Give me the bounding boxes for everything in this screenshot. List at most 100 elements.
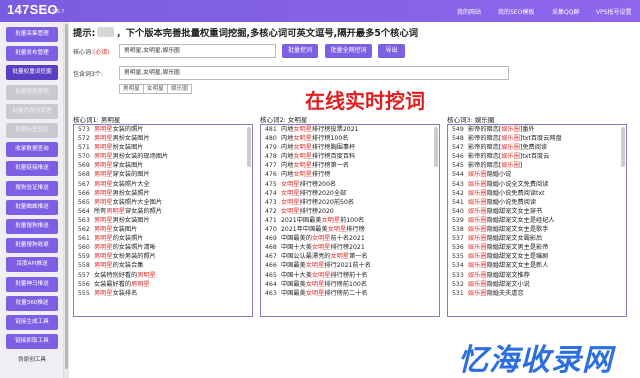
list-item[interactable]: 467 中国公认最漂亮的女明星第一名: [261, 252, 439, 261]
list-item[interactable]: 466 中国最美女明星排行2021前十名: [261, 261, 439, 270]
core-word-input[interactable]: 男明星,女明星,娱乐圈: [119, 44, 276, 58]
sidebar-item[interactable]: 批量360推送: [6, 295, 58, 311]
list-item[interactable]: 559 男明星女扮男装的照片: [74, 252, 252, 261]
list-item-text: 影帝的暗恋[娱乐圈]txt百度云网盘: [468, 135, 562, 143]
list-scrollbar[interactable]: [247, 127, 251, 167]
list-item[interactable]: 478 内地女明星排行榜百度百科: [261, 152, 439, 161]
list-item[interactable]: 564 所有男明星穿女装的照片: [74, 207, 252, 216]
list-item[interactable]: 573 男明星女装的照片: [74, 125, 252, 134]
nav-seo-templates[interactable]: 我的SEO模板: [498, 7, 534, 16]
nav-collect-qq-group[interactable]: 采集QQ群: [552, 7, 579, 16]
list-item-text: 娱乐圈隐婚小说免费阅读: [468, 198, 537, 206]
list-item[interactable]: 557 女装特别好看的男明星: [74, 271, 252, 280]
list-item[interactable]: 549 影帝的暗恋[娱乐圈]番外: [448, 125, 626, 134]
list-item[interactable]: 558 男明星的女装合集: [74, 261, 252, 270]
sidebar-item[interactable]: 百度API推送: [6, 257, 58, 273]
include-words-input[interactable]: 男明星,女明星,娱乐圈: [119, 66, 509, 80]
result-list-2[interactable]: 481 内地女明星排行榜投票2021 480 内地女明星排行榜100名 479 内地女明星…: [260, 124, 440, 317]
sidebar-item[interactable]: 链接抓取工具: [6, 334, 58, 350]
list-item[interactable]: 468 中国十大美女明星排行榜2021: [261, 243, 439, 252]
list-item[interactable]: 479 内地女明星排行榜胸围事杯: [261, 143, 439, 152]
list-item[interactable]: 472 女明星排行榜2020: [261, 207, 439, 216]
sidebar-item[interactable]: 伪原创工具: [6, 353, 58, 368]
list-item[interactable]: 475 女明星排行榜200名: [261, 180, 439, 189]
list-item[interactable]: 547 影帝的暗恋[娱乐圈]免费阅读: [448, 143, 626, 152]
list-item[interactable]: 566 男明星男扮女装照片: [74, 189, 252, 198]
list-item[interactable]: 561 男明星的女装照片: [74, 234, 252, 243]
sidebar-item[interactable]: 链接生成工具: [6, 315, 58, 330]
list-item[interactable]: 555 男明星女装排名: [74, 289, 252, 298]
list-item[interactable]: 541 娱乐圈隐婚小说免费阅读: [448, 198, 626, 207]
list-item[interactable]: 533 娱乐圈隐婚甜宠文推荐: [448, 271, 626, 280]
sidebar-item[interactable]: 收录数据查询: [6, 142, 58, 158]
include-words-label: 包含词3个:: [73, 71, 103, 78]
sidebar-item[interactable]: 搜狗验证推送: [6, 180, 58, 196]
list-item-number: 560: [78, 244, 90, 252]
list-item[interactable]: 544 娱乐圈隐婚小说: [448, 170, 626, 179]
nav-vps-settings[interactable]: VPS抵号设置: [596, 7, 632, 16]
nav-my-sites[interactable]: 我的网站: [457, 7, 481, 16]
word-tag[interactable]: 女明星: [143, 84, 168, 94]
list-scrollbar[interactable]: [434, 127, 438, 167]
sidebar-item[interactable]: 批量采集管理: [6, 27, 58, 42]
list-item[interactable]: 563 男明星男扮女装图片: [74, 216, 252, 225]
list-item[interactable]: 474 女明星排行榜2020全部: [261, 189, 439, 198]
word-tag[interactable]: 娱乐圈: [167, 84, 192, 94]
list-item[interactable]: 571 男明星扮女装图片: [74, 143, 252, 152]
sidebar-item[interactable]: 批量发布管理: [6, 46, 58, 62]
sidebar-item[interactable]: 批量权重词挖掘: [6, 65, 58, 81]
list-item[interactable]: 465 中国十大美女明星排行榜前十名: [261, 271, 439, 280]
list-scrollbar[interactable]: [621, 127, 625, 167]
list-item[interactable]: 542 娱乐圈隐婚小说免费阅读txt: [448, 189, 626, 198]
list-item[interactable]: 568 男明星穿女装的图片: [74, 170, 252, 179]
sidebar-item[interactable]: 批量搜狗推送: [6, 219, 58, 234]
sidebar-item[interactable]: 批量神马推送: [6, 276, 58, 292]
list-item[interactable]: 572 男明星男扮女装图片: [74, 134, 252, 143]
mine-all-web-button[interactable]: 批量全网挖词: [325, 44, 372, 58]
list-item[interactable]: 480 内地女明星排行榜100名: [261, 134, 439, 143]
list-item[interactable]: 570 男明星男扮女装的现场图片: [74, 152, 252, 161]
list-item[interactable]: 464 中国最美女明星排行榜前100名: [261, 280, 439, 289]
list-item[interactable]: 476 内地女明星排行榜: [261, 170, 439, 179]
list-item[interactable]: 534 娱乐圈隐婚甜宠文女主是新人: [448, 261, 626, 270]
list-item-text: 影帝的暗恋[娱乐圈]: [468, 162, 523, 170]
export-button[interactable]: 导出: [378, 44, 405, 58]
sidebar-item[interactable]: 批量蜘蛛推送: [6, 199, 58, 215]
result-list-3[interactable]: 549 影帝的暗恋[娱乐圈]番外 548 影帝的暗恋[娱乐圈]txt百度云网盘 547 影…: [447, 124, 627, 317]
list-item[interactable]: 567 男明星女装照片大全: [74, 180, 252, 189]
list-item[interactable]: 562 男明星女装图片: [74, 225, 252, 234]
list-item[interactable]: 538 娱乐圈隐婚甜宠文女主是歌手: [448, 225, 626, 234]
sidebar-scroll-thumb[interactable]: [65, 24, 68, 369]
list-item[interactable]: 535 娱乐圈隐婚甜宠文女主是编剧: [448, 252, 626, 261]
list-item[interactable]: 471 2021中国最美女明星前100名: [261, 216, 439, 225]
start-mining-button[interactable]: 批量挖词: [282, 44, 318, 58]
sidebar-item[interactable]: 批量搜狗收录: [6, 238, 58, 254]
list-item[interactable]: 545 影帝的暗恋[娱乐圈]: [448, 161, 626, 170]
list-item[interactable]: 481 内地女明星排行榜投票2021: [261, 125, 439, 134]
list-item[interactable]: 469 中国最美的女明星前十名2021: [261, 234, 439, 243]
result-list-1[interactable]: 573 男明星女装的照片 572 男明星男扮女装图片 571 男明星扮女装图片 570 男明星…: [73, 124, 253, 317]
sidebar-item[interactable]: 批量链接推送: [6, 161, 58, 177]
list-item[interactable]: 569 男明星穿女装图片: [74, 161, 252, 170]
list-item[interactable]: 556 女装最好看的男明星: [74, 280, 252, 289]
list-item[interactable]: 473 女明星排行榜2020前50名: [261, 198, 439, 207]
list-item-text: 内地女明星排行榜胸围事杯: [281, 144, 356, 152]
list-item[interactable]: 477 内地女明星排行榜第一名: [261, 161, 439, 170]
list-item-number: 570: [78, 153, 90, 161]
list-item[interactable]: 537 娱乐圈隐婚甜宠文女霸影后: [448, 234, 626, 243]
list-item[interactable]: 470 2021年中国最美女明星排行榜: [261, 225, 439, 234]
list-item[interactable]: 540 娱乐圈隐婚甜宠文女主穿书: [448, 207, 626, 216]
list-item-number: 464: [265, 280, 277, 288]
list-item-number: 548: [452, 135, 464, 143]
list-item[interactable]: 565 男明星女装照片大全图片: [74, 198, 252, 207]
list-item[interactable]: 536 娱乐圈隐婚甜宠文男主是影帝: [448, 243, 626, 252]
list-item[interactable]: 560 男明星的女装照片清晰: [74, 243, 252, 252]
list-item[interactable]: 546 影帝的暗恋[娱乐圈]txt百度云: [448, 152, 626, 161]
list-item[interactable]: 531 娱乐圈隐婚夫夫虐恋: [448, 289, 626, 298]
list-item[interactable]: 543 娱乐圈隐婚小说全文免费阅读: [448, 180, 626, 189]
word-tag[interactable]: 男明星: [119, 84, 144, 94]
list-item[interactable]: 463 中国最美女明星排行榜前二十名: [261, 289, 439, 298]
list-item[interactable]: 532 娱乐圈隐婚甜宠文小说: [448, 280, 626, 289]
list-item[interactable]: 548 影帝的暗恋[娱乐圈]txt百度云网盘: [448, 134, 626, 143]
list-item[interactable]: 539 娱乐圈隐婚甜宠文女主是经纪人: [448, 216, 626, 225]
